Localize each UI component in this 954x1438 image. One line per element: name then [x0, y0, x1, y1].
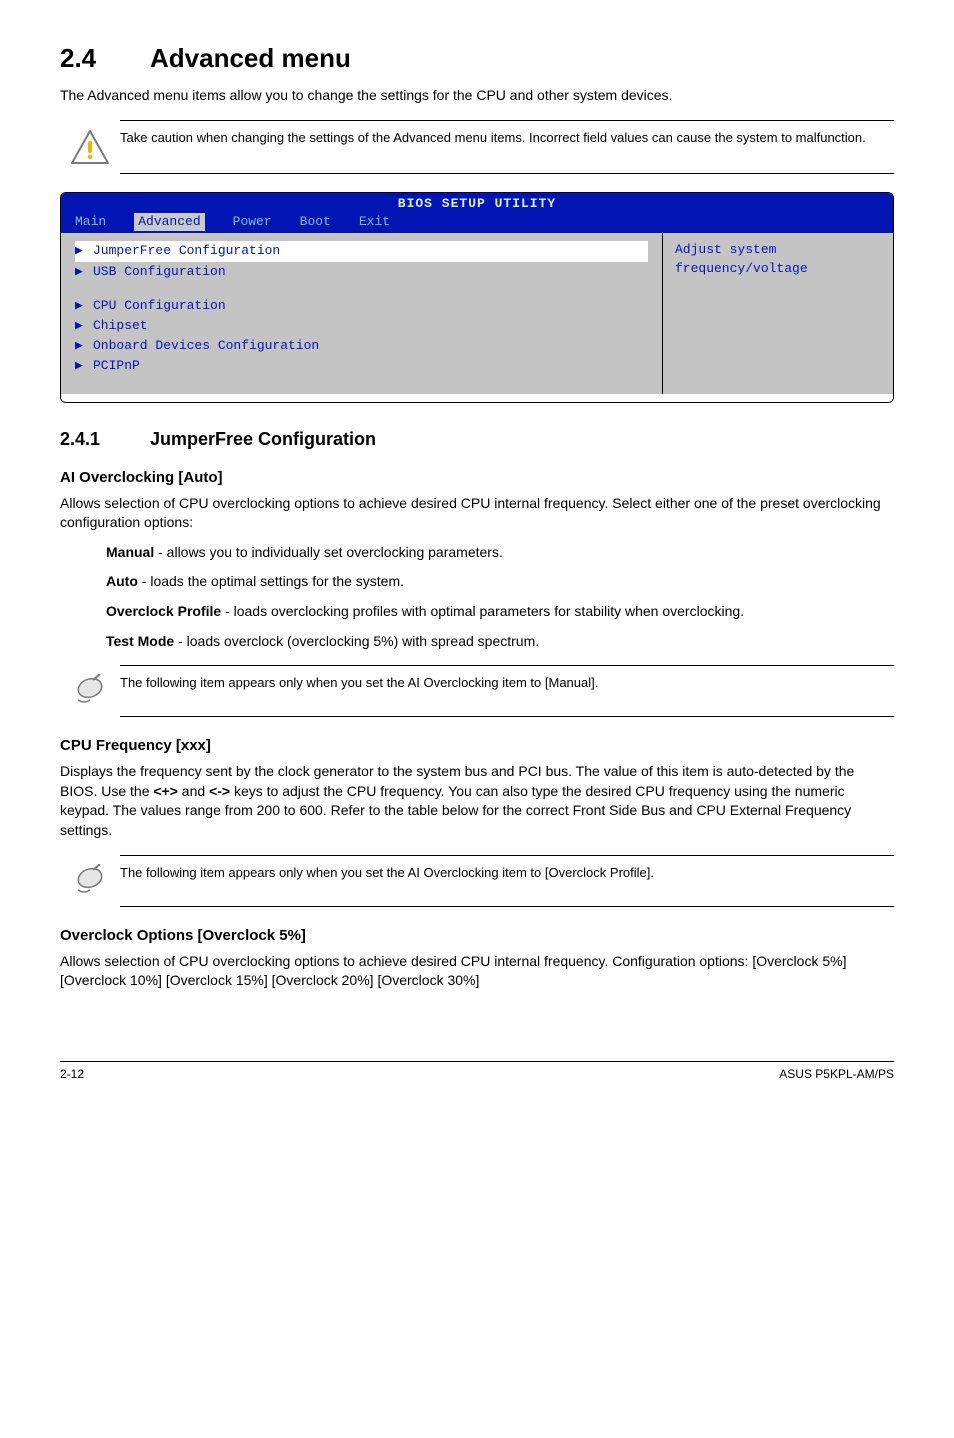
bios-item-label: PCIPnP — [93, 357, 140, 375]
bios-tab-boot[interactable]: Boot — [300, 213, 331, 231]
bios-item-cpu[interactable]: ▶ CPU Configuration — [75, 296, 648, 316]
bios-item-onboard[interactable]: ▶ Onboard Devices Configuration — [75, 336, 648, 356]
page-number: 2-12 — [60, 1066, 84, 1083]
section-number: 2.4 — [60, 40, 150, 76]
submenu-arrow-icon: ▶ — [75, 317, 93, 335]
page-footer: 2-12 ASUS P5KPL-AM/PS — [60, 1061, 894, 1083]
bios-body: ▶ JumperFree Configuration ▶ USB Configu… — [61, 233, 893, 394]
caution-callout: Take caution when changing the settings … — [120, 120, 894, 174]
bios-item-label: USB Configuration — [93, 263, 226, 281]
option-lead: Manual — [106, 544, 154, 560]
key-minus: <-> — [209, 783, 230, 799]
bios-item-label: Onboard Devices Configuration — [93, 337, 319, 355]
overclock-options-heading: Overclock Options [Overclock 5%] — [60, 925, 894, 946]
bios-title: BIOS SETUP UTILITY — [61, 195, 893, 213]
note-text: The following item appears only when you… — [120, 674, 598, 692]
option-rest: - loads overclocking profiles with optim… — [221, 603, 744, 619]
bios-tab-bar: Main Advanced Power Boot Exit — [61, 213, 893, 233]
option-overclock-profile: Overclock Profile - loads overclocking p… — [106, 602, 894, 622]
key-plus: <+> — [153, 783, 178, 799]
desc-text: and — [178, 783, 209, 799]
subsection-number: 2.4.1 — [60, 427, 150, 452]
note-callout: The following item appears only when you… — [120, 855, 894, 907]
cpu-frequency-desc: Displays the frequency sent by the clock… — [60, 762, 894, 840]
section-intro: The Advanced menu items allow you to cha… — [60, 86, 894, 106]
bios-help-pane: Adjust system frequency/voltage — [663, 233, 893, 394]
bios-header: BIOS SETUP UTILITY Main Advanced Power B… — [61, 193, 893, 233]
section-title: 2.4Advanced menu — [60, 40, 894, 76]
bios-help-line: Adjust system — [675, 241, 881, 259]
submenu-arrow-icon: ▶ — [75, 357, 93, 375]
option-rest: - allows you to individually set overclo… — [154, 544, 503, 560]
bios-tab-power[interactable]: Power — [233, 213, 272, 231]
bios-item-jumperfree[interactable]: ▶ JumperFree Configuration — [75, 241, 648, 261]
bios-tab-advanced[interactable]: Advanced — [134, 213, 204, 231]
bios-tab-exit[interactable]: Exit — [359, 213, 390, 231]
option-manual: Manual - allows you to individually set … — [106, 543, 894, 563]
bios-help-line: frequency/voltage — [675, 260, 881, 278]
submenu-arrow-icon: ▶ — [75, 242, 93, 260]
note-icon — [60, 674, 120, 708]
subsection-title: 2.4.1JumperFree Configuration — [60, 427, 894, 452]
submenu-arrow-icon: ▶ — [75, 337, 93, 355]
bios-item-pcipnp[interactable]: ▶ PCIPnP — [75, 356, 648, 376]
bios-item-usb[interactable]: ▶ USB Configuration — [75, 262, 648, 282]
option-auto: Auto - loads the optimal settings for th… — [106, 572, 894, 592]
bios-tab-main[interactable]: Main — [75, 213, 106, 231]
bios-screenshot: BIOS SETUP UTILITY Main Advanced Power B… — [60, 192, 894, 404]
ai-overclocking-desc: Allows selection of CPU overclocking opt… — [60, 494, 894, 533]
option-lead: Auto — [106, 573, 138, 589]
submenu-arrow-icon: ▶ — [75, 297, 93, 315]
overclock-options-desc: Allows selection of CPU overclocking opt… — [60, 952, 894, 991]
section-name: Advanced menu — [150, 43, 351, 73]
submenu-arrow-icon: ▶ — [75, 263, 93, 281]
bios-item-chipset[interactable]: ▶ Chipset — [75, 316, 648, 336]
ai-overclocking-heading: AI Overclocking [Auto] — [60, 467, 894, 488]
option-lead: Overclock Profile — [106, 603, 221, 619]
bios-main-pane: ▶ JumperFree Configuration ▶ USB Configu… — [61, 233, 663, 394]
bios-item-label: JumperFree Configuration — [93, 242, 280, 260]
bios-item-label: CPU Configuration — [93, 297, 226, 315]
caution-icon — [60, 129, 120, 165]
note-text: The following item appears only when you… — [120, 864, 654, 882]
option-rest: - loads overclock (overclocking 5%) with… — [174, 633, 539, 649]
bios-item-label: Chipset — [93, 317, 148, 335]
note-icon — [60, 864, 120, 898]
option-lead: Test Mode — [106, 633, 174, 649]
subsection-name: JumperFree Configuration — [150, 429, 376, 449]
footer-product: ASUS P5KPL-AM/PS — [779, 1066, 894, 1083]
option-test-mode: Test Mode - loads overclock (overclockin… — [106, 632, 894, 652]
cpu-frequency-heading: CPU Frequency [xxx] — [60, 735, 894, 756]
note-callout: The following item appears only when you… — [120, 665, 894, 717]
caution-text: Take caution when changing the settings … — [120, 129, 866, 147]
option-rest: - loads the optimal settings for the sys… — [138, 573, 404, 589]
